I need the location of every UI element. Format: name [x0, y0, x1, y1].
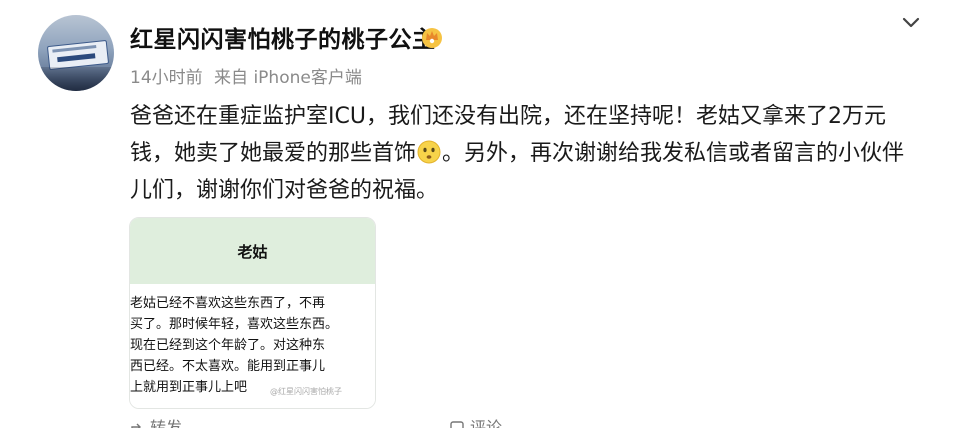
author-name[interactable]: 红星闪闪害怕桃子的桃子公主: [130, 20, 436, 54]
chat-message-line: 现在已经到这个年龄了。对这种东: [130, 338, 326, 353]
post-body: 爸爸还在重症监护室ICU，我们还没有出院，还在坚持呢！老姑又拿来了2万元钱，她卖…: [130, 98, 910, 209]
share-label: 转发: [150, 418, 183, 428]
chat-title: 老姑: [237, 243, 268, 261]
comment-label: 评论: [470, 418, 503, 428]
avatar[interactable]: [38, 15, 114, 91]
comment-button[interactable]: 评论: [450, 414, 502, 428]
chat-message-line: 买了。那时候年轻，喜欢这些东西。: [130, 317, 339, 332]
action-bar: 转发 评论: [130, 414, 830, 428]
share-button[interactable]: 转发: [130, 414, 182, 428]
post-meta: 14小时前 来自 iPhone客户端: [130, 63, 362, 88]
sad-face-emoji: [417, 140, 441, 164]
avatar-sign-graphic: [46, 39, 110, 71]
post-image[interactable]: 老姑 老姑已经不喜欢这些东西了，不再 买了。那时候年轻，喜欢这些东西。 现在已经…: [129, 217, 376, 409]
crown-badge-icon: [422, 28, 442, 48]
chat-message-line: 西已经。不太喜欢。能用到正事儿: [130, 359, 326, 374]
chevron-down-icon[interactable]: [898, 12, 924, 34]
image-watermark: @红星闪闪害怕桃子: [270, 387, 342, 396]
post-source: 来自 iPhone客户端: [214, 68, 362, 88]
chat-message-line: 老姑已经不喜欢这些东西了，不再: [130, 296, 326, 311]
post-time: 14小时前: [130, 68, 203, 88]
chat-message-line: 上就用到正事儿上吧: [130, 380, 248, 395]
